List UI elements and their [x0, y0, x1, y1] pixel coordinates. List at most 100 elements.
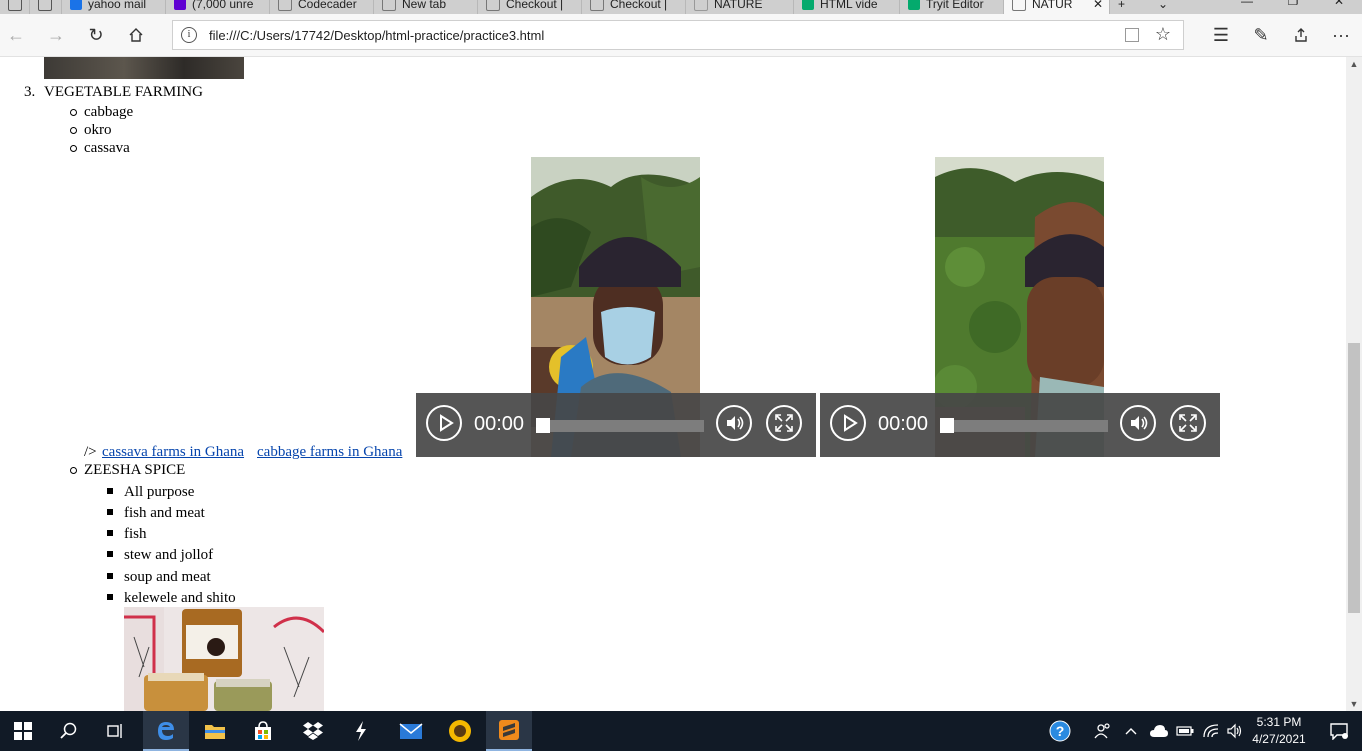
action-center-button[interactable]	[1316, 711, 1362, 751]
tab-1[interactable]	[30, 0, 62, 14]
seek-bar[interactable]	[940, 420, 1108, 432]
clock[interactable]: 5:31 PM 4/27/2021	[1244, 714, 1314, 748]
back-button[interactable]: ←	[2, 22, 30, 48]
ellipsis-icon: ···	[1332, 24, 1350, 45]
close-tab-icon[interactable]: ✕	[1093, 0, 1103, 11]
share-icon	[1295, 28, 1307, 42]
store-icon	[255, 721, 271, 740]
tab-tryit[interactable]: Tryit Editor	[900, 0, 1004, 14]
info-icon[interactable]: i	[181, 27, 197, 43]
bullet	[70, 109, 77, 116]
tab-title: Codecader	[298, 0, 357, 11]
more-menu-button[interactable]: ···	[1328, 22, 1354, 48]
clock-time: 5:31 PM	[1256, 715, 1302, 729]
taskbar-edge[interactable]	[143, 711, 189, 751]
stray-markup-text: />	[84, 444, 97, 460]
tab-title: (7,000 unre	[192, 0, 254, 11]
help-icon: ?	[1049, 720, 1071, 742]
home-icon	[129, 28, 143, 42]
speaker-icon	[727, 416, 744, 430]
volume-button[interactable]	[716, 405, 752, 441]
scroll-up-arrow-icon[interactable]: ▲	[1346, 57, 1362, 71]
page-content: 3. VEGETABLE FARMING cabbage okro cassav…	[0, 57, 1346, 711]
forward-button[interactable]: →	[42, 22, 70, 48]
start-button[interactable]	[0, 711, 46, 751]
home-button[interactable]	[122, 22, 150, 48]
tab-html-video[interactable]: HTML vide	[794, 0, 900, 14]
video-time: 00:00	[878, 413, 929, 435]
tab-active[interactable]: NATUR ✕	[1004, 0, 1110, 14]
app-icon	[356, 721, 366, 741]
search-button[interactable]	[46, 711, 92, 751]
play-button[interactable]	[830, 405, 866, 441]
page-icon	[590, 0, 604, 11]
taskbar-mail[interactable]	[388, 711, 434, 751]
tab-mail[interactable]: (7,000 unre	[166, 0, 270, 14]
list-number: 3.	[24, 84, 36, 100]
favorites-hub-button[interactable]: ☰	[1208, 22, 1234, 48]
seek-bar[interactable]	[536, 420, 704, 432]
fullscreen-button[interactable]	[1170, 405, 1206, 441]
scroll-down-arrow-icon[interactable]: ▼	[1346, 697, 1362, 711]
taskbar-file-explorer[interactable]	[192, 711, 238, 751]
help-tray-icon[interactable]: ?	[1037, 711, 1083, 751]
vertical-scrollbar[interactable]: ▲ ▼	[1346, 57, 1362, 711]
spice-item: fish and meat	[124, 505, 205, 521]
volume-button[interactable]	[1120, 405, 1156, 441]
link-cabbage-farms[interactable]: cabbage farms in Ghana	[257, 443, 402, 461]
task-view-button[interactable]	[92, 711, 138, 751]
tab-nature[interactable]: NATURE	[686, 0, 794, 14]
tab-newtab[interactable]: New tab	[374, 0, 478, 14]
clock-date: 4/27/2021	[1252, 732, 1306, 746]
scrollbar-thumb[interactable]	[1348, 343, 1360, 613]
new-tab-button[interactable]: +	[1110, 0, 1150, 14]
tabs-icon	[38, 0, 52, 11]
maximize-button[interactable]: ❐	[1270, 0, 1316, 14]
show-hidden-icons-button[interactable]	[1116, 711, 1146, 751]
video-player-2[interactable]: 00:00	[820, 157, 1220, 457]
tab-checkout-1[interactable]: Checkout |	[478, 0, 582, 14]
reading-view-icon[interactable]	[1125, 28, 1139, 42]
refresh-button[interactable]: ↻	[82, 22, 110, 48]
favorite-star-icon[interactable]: ☆	[1155, 24, 1171, 45]
tab-checkout-2[interactable]: Checkout |	[582, 0, 686, 14]
vegetable-item: cassava	[84, 140, 130, 156]
taskbar-dropbox[interactable]	[290, 711, 336, 751]
tab-0[interactable]	[0, 0, 30, 14]
windows-logo-icon	[14, 722, 32, 740]
link-cassava-farms[interactable]: cassava farms in Ghana	[102, 443, 244, 461]
taskbar-app[interactable]	[338, 711, 384, 751]
video-player-1[interactable]: 00:00	[416, 157, 816, 457]
notes-button[interactable]: ✎	[1248, 22, 1274, 48]
bullet	[107, 551, 113, 557]
taskbar-sublime-text[interactable]	[486, 711, 532, 751]
share-button[interactable]	[1288, 22, 1314, 48]
spice-heading: ZEESHA SPICE	[84, 462, 186, 478]
chevron-down-icon: ⌄	[1158, 0, 1169, 11]
tab-codecader[interactable]: Codecader	[270, 0, 374, 14]
tab-strip: yahoo mail (7,000 unre Codecader New tab…	[0, 0, 1362, 14]
taskbar-sunflower-app[interactable]	[437, 711, 483, 751]
seek-thumb[interactable]	[536, 418, 550, 433]
address-bar[interactable]: i file:///C:/Users/17742/Desktop/html-pr…	[172, 20, 1184, 50]
spice-item: stew and jollof	[124, 547, 214, 563]
page-icon	[8, 0, 22, 11]
bullet	[70, 127, 77, 134]
bullet	[70, 467, 77, 474]
fullscreen-button[interactable]	[766, 405, 802, 441]
windows-taskbar: ? 5:31 PM 4/27/2021	[0, 711, 1362, 751]
tab-title: Checkout |	[506, 0, 564, 11]
minimize-button[interactable]: —	[1224, 0, 1270, 14]
url-text[interactable]: file:///C:/Users/17742/Desktop/html-prac…	[209, 28, 544, 43]
play-button[interactable]	[426, 405, 462, 441]
seek-thumb[interactable]	[940, 418, 954, 433]
taskbar-store[interactable]	[240, 711, 286, 751]
bullet	[107, 509, 113, 515]
close-window-button[interactable]: ✕	[1316, 0, 1362, 14]
video-controls-2: 00:00	[820, 393, 1220, 457]
play-icon	[844, 414, 858, 432]
tab-yahoo[interactable]: yahoo mail	[62, 0, 166, 14]
tab-list-button[interactable]: ⌄	[1150, 0, 1190, 14]
page-icon	[486, 0, 500, 11]
yahoo-icon	[70, 0, 82, 10]
